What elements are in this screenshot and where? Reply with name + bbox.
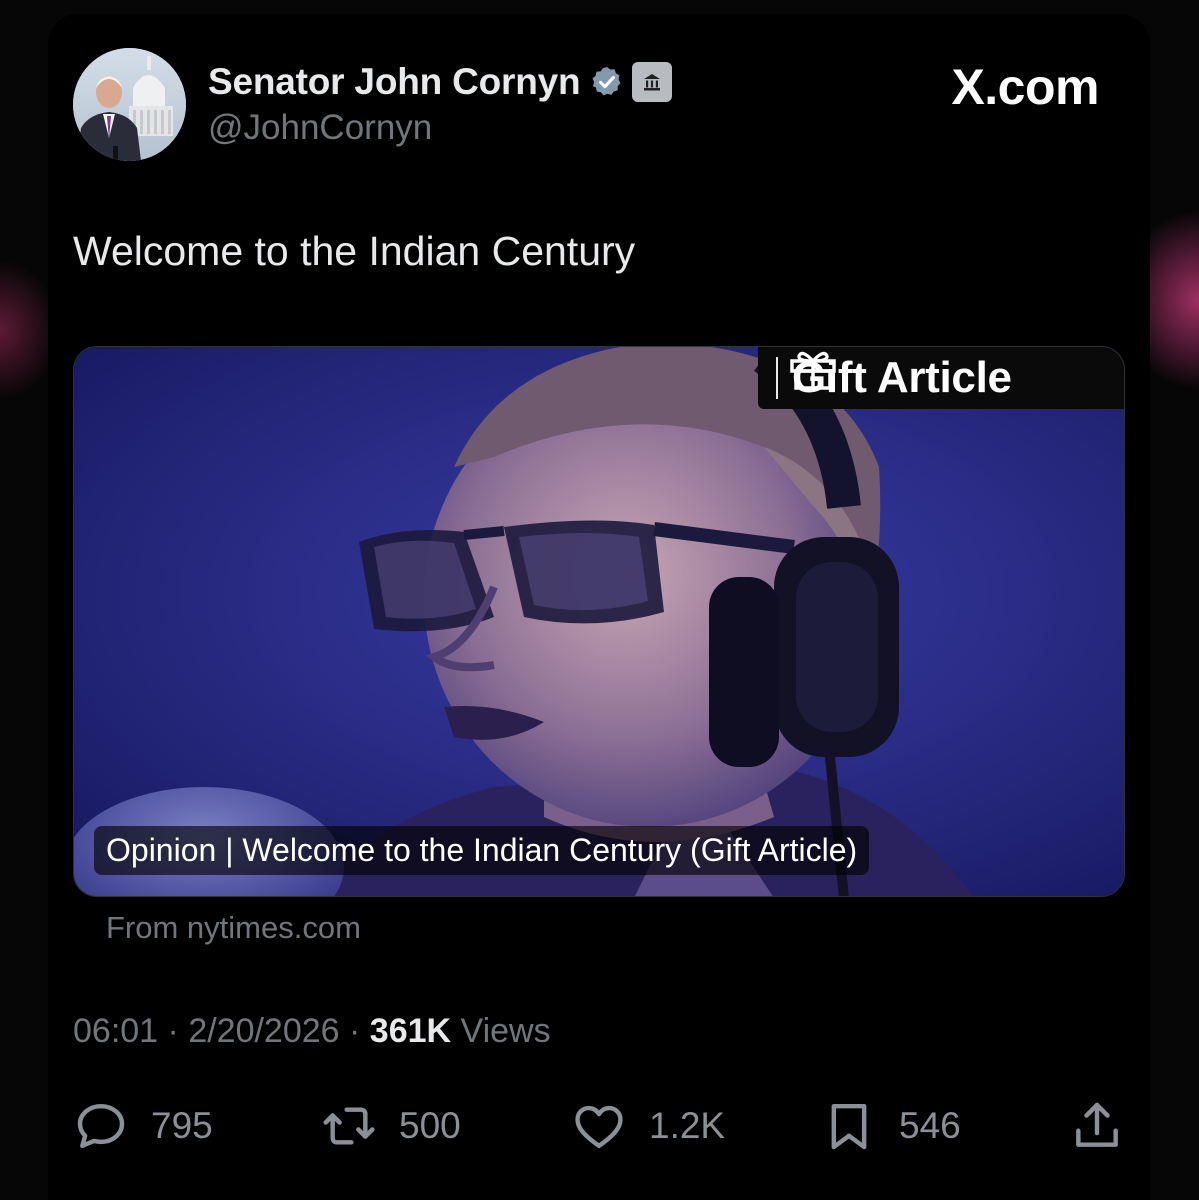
like-count: 1.2K [649,1105,726,1146]
meta-separator: · [158,1012,189,1050]
views-label: Views [460,1012,551,1050]
tweet-date[interactable]: 2/20/2026 [188,1012,339,1050]
reply-button[interactable]: 795 [73,1096,213,1156]
link-card-image[interactable]: Gift Article Opinion | Welcome to the In… [73,346,1125,897]
reply-icon [77,1103,125,1149]
gift-divider [776,357,778,399]
screen: Senator John Cornyn @JohnCornyn X.com We… [0,0,1199,1200]
heart-icon [575,1105,623,1149]
repost-icon [323,1107,375,1145]
tweet-meta: 06:01 · 2/20/2026 · 361K Views [73,1012,551,1051]
author-display-name[interactable]: Senator John Cornyn [208,61,581,103]
author-name-row: Senator John Cornyn [208,60,673,104]
tweet-time[interactable]: 06:01 [73,1012,158,1050]
gift-icon [790,351,836,390]
meta-separator: · [339,1012,370,1050]
like-button[interactable]: 1.2K [571,1096,725,1156]
bookmark-button[interactable]: 546 [821,1096,961,1156]
share-button[interactable] [1069,1096,1125,1156]
repost-count: 500 [399,1105,461,1146]
link-source[interactable]: From nytimes.com [106,910,361,946]
author-handle[interactable]: @JohnCornyn [208,108,432,148]
avatar[interactable] [73,48,186,161]
link-card-title[interactable]: Opinion | Welcome to the Indian Century … [94,826,870,875]
verified-badge-icon[interactable] [590,65,624,99]
article-photo [74,347,1124,896]
views-count: 361K [369,1012,452,1050]
reply-count: 795 [151,1105,213,1146]
tweet-text: Welcome to the Indian Century [73,228,636,274]
bookmark-icon [831,1103,867,1150]
gift-article-badge[interactable]: Gift Article [758,347,1124,409]
brand-logo: X.com [951,59,1099,115]
bookmark-count: 546 [899,1105,961,1146]
government-building-icon[interactable] [632,62,673,102]
action-bar: 795 500 1.2K 546 [73,1096,1125,1156]
share-icon [1076,1102,1118,1147]
repost-button[interactable]: 500 [321,1096,461,1156]
